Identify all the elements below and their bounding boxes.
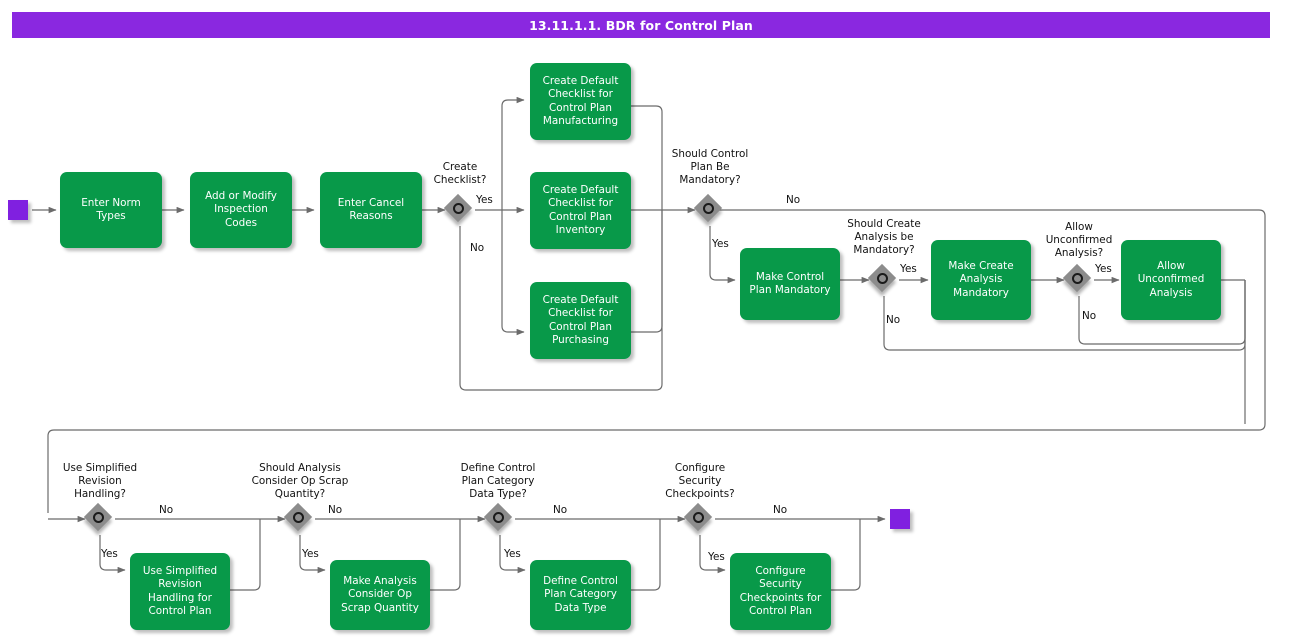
gateway-label-control-plan-mandatory: Should Control Plan Be Mandatory? — [671, 148, 749, 186]
wire-datatype-task-merge — [631, 519, 661, 591]
task-make-create-analysis-mandatory[interactable]: Make Create Analysis Mandatory — [931, 240, 1031, 320]
task-make-control-plan-mandatory[interactable]: Make Control Plan Mandatory — [740, 248, 840, 320]
gateway-analysis-consider-op-scrap[interactable] — [283, 502, 315, 534]
gateway-define-category-data-type[interactable] — [483, 502, 515, 534]
edge-label-checklist-yes: Yes — [476, 194, 493, 206]
edge-label-mandatory-no: No — [786, 194, 801, 206]
edge-label-unconfirmed-no: No — [1082, 310, 1097, 322]
connector-layer — [32, 96, 1266, 591]
task-define-control-plan-category-data-type[interactable]: Define Control Plan Category Data Type — [530, 560, 631, 630]
edge-label-revision-yes: Yes — [101, 548, 118, 560]
gateway-label-allow-unconfirmed-analysis: Allow Unconfirmed Analysis? — [1045, 221, 1113, 259]
task-add-or-modify-inspection-codes[interactable]: Add or Modify Inspection Codes — [190, 172, 292, 248]
task-allow-unconfirmed-analysis[interactable]: Allow Unconfirmed Analysis — [1121, 240, 1221, 320]
gateway-label-analysis-consider-op-scrap: Should Analysis Consider Op Scrap Quanti… — [251, 462, 349, 500]
gateway-configure-security[interactable] — [683, 502, 715, 534]
wire-revision-task-merge — [230, 519, 261, 591]
edge-label-scrap-yes: Yes — [302, 548, 319, 560]
wire-mandatory-yes — [709, 226, 736, 284]
edge-label-analysis-yes: Yes — [900, 263, 917, 275]
wire-security-task-merge — [831, 519, 861, 591]
wire-scrap-task-merge — [430, 519, 461, 591]
task-enter-cancel-reasons[interactable]: Enter Cancel Reasons — [320, 172, 422, 248]
task-enter-norm-types[interactable]: Enter Norm Types — [60, 172, 162, 248]
edge-label-mandatory-yes: Yes — [712, 238, 729, 250]
edge-label-analysis-no: No — [886, 314, 901, 326]
gateway-label-create-checklist: Create Checklist? — [433, 161, 487, 186]
task-configure-security-checkpoints[interactable]: Configure Security Checkpoints for Contr… — [730, 553, 831, 630]
gateway-ring-icon — [492, 511, 504, 523]
gateway-create-analysis-mandatory[interactable] — [867, 263, 899, 295]
start-event — [8, 200, 28, 220]
flowchart-canvas: 13.11.1.1. BDR for Control Plan Enter No… — [0, 0, 1314, 640]
gateway-ring-icon — [702, 202, 714, 214]
wire-purchasing-merge — [631, 210, 663, 333]
task-create-default-checklist-purchasing[interactable]: Create Default Checklist for Control Pla… — [530, 282, 631, 359]
gateway-label-define-category-data-type: Define Control Plan Category Data Type? — [460, 462, 536, 500]
gateway-label-configure-security: Configure Security Checkpoints? — [665, 462, 735, 500]
edge-label-datatype-no: No — [553, 504, 568, 516]
wire-checklist-to-purchasing — [501, 210, 525, 336]
gateway-label-create-analysis-mandatory: Should Create Analysis be Mandatory? — [847, 218, 921, 256]
task-create-default-checklist-inventory[interactable]: Create Default Checklist for Control Pla… — [530, 172, 631, 249]
edge-label-security-no: No — [773, 504, 788, 516]
task-create-default-checklist-manufacturing[interactable]: Create Default Checklist for Control Pla… — [530, 63, 631, 140]
gateway-label-use-simplified-revision: Use Simplified Revision Handling? — [62, 462, 138, 500]
edge-label-checklist-no: No — [470, 242, 485, 254]
gateway-ring-icon — [692, 511, 704, 523]
gateway-use-simplified-revision[interactable] — [83, 502, 115, 534]
gateway-ring-icon — [92, 511, 104, 523]
gateway-ring-icon — [876, 272, 888, 284]
edge-label-scrap-no: No — [328, 504, 343, 516]
gateway-ring-icon — [452, 202, 464, 214]
wire-checklist-to-manufacturing — [501, 96, 525, 210]
task-make-analysis-consider-op-scrap-quantity[interactable]: Make Analysis Consider Op Scrap Quantity — [330, 560, 430, 630]
edge-label-datatype-yes: Yes — [504, 548, 521, 560]
edge-label-security-yes: Yes — [708, 551, 725, 563]
edge-label-revision-no: No — [159, 504, 174, 516]
task-use-simplified-revision-handling[interactable]: Use Simplified Revision Handling for Con… — [130, 553, 230, 630]
end-event — [890, 509, 910, 529]
gateway-ring-icon — [1071, 272, 1083, 284]
gateway-create-checklist[interactable] — [443, 193, 475, 225]
gateway-control-plan-mandatory[interactable] — [693, 193, 725, 225]
edge-label-unconfirmed-yes: Yes — [1095, 263, 1112, 275]
gateway-allow-unconfirmed-analysis[interactable] — [1062, 263, 1094, 295]
gateway-ring-icon — [292, 511, 304, 523]
